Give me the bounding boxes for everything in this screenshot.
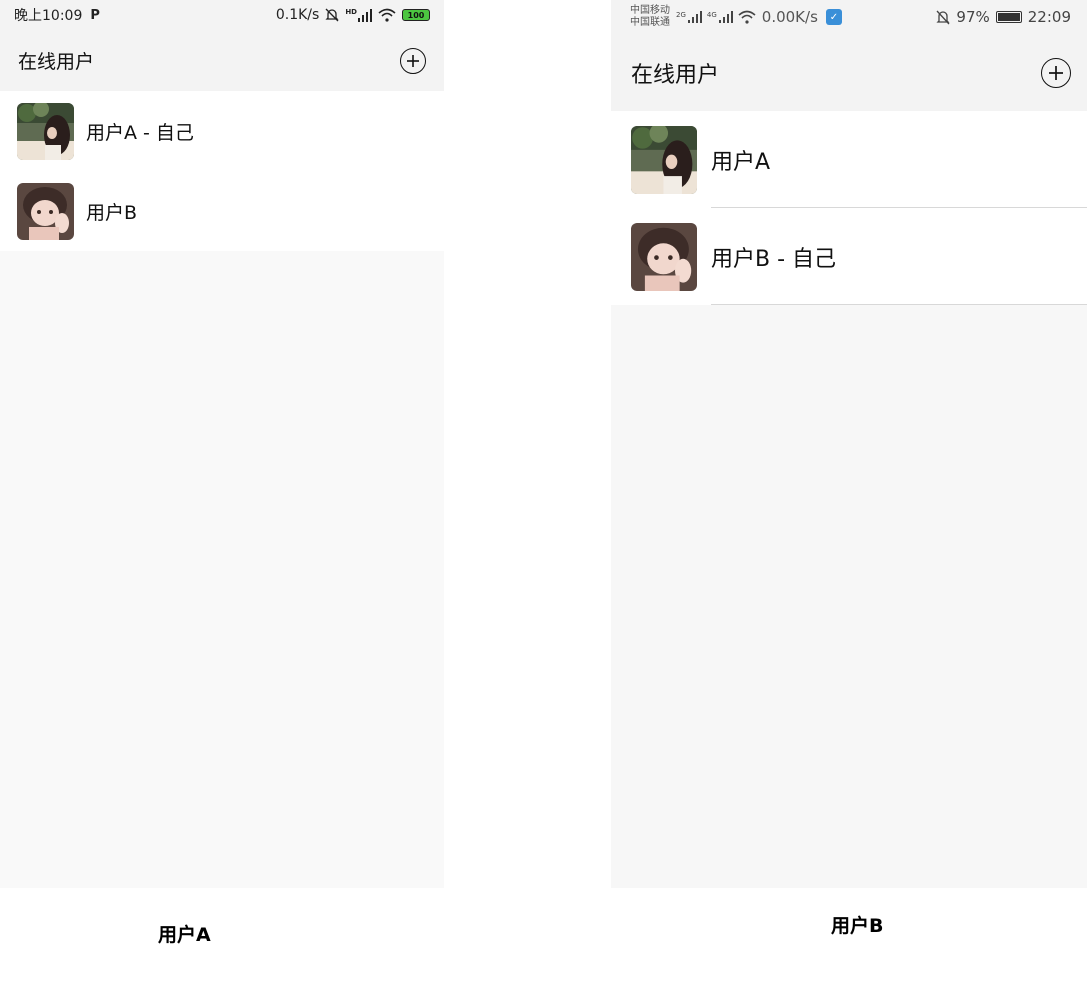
list-item-user-b[interactable]: 用户B - 自己 <box>611 208 1087 305</box>
signal-icon: 2G 4G <box>676 11 733 23</box>
caption-user-a: 用户A <box>158 924 211 946</box>
alarm-off-icon <box>325 8 339 22</box>
plus-icon <box>407 54 419 67</box>
app-header: 在线用户 <box>611 34 1087 111</box>
page-title: 在线用户 <box>18 51 95 73</box>
status-bar: 中国移动 中国联通 2G 4G 0.00K/s ✓ 97% 22:09 <box>611 0 1087 34</box>
user-name: 用户A <box>711 149 771 175</box>
list-item-user-a[interactable]: 用户A <box>611 111 1087 208</box>
battery-icon: 100 <box>402 9 430 21</box>
avatar <box>17 102 74 160</box>
carrier-labels: 中国移动 中国联通 <box>630 5 670 29</box>
list-item-user-b[interactable]: 用户B <box>0 171 444 251</box>
battery-icon <box>995 11 1022 23</box>
shield-icon: ✓ <box>825 9 842 25</box>
status-bar: 晚上10:09 P 0.1K/s HD 100 <box>0 0 444 30</box>
carrier-1: 中国移动 <box>630 5 670 16</box>
user-name: 用户B - 自己 <box>711 246 837 272</box>
wifi-icon <box>378 8 396 22</box>
status-time: 22:09 <box>1027 8 1071 26</box>
status-time: 晚上10:09 <box>14 8 83 24</box>
phone-screen-user-b: 中国移动 中国联通 2G 4G 0.00K/s ✓ 97% 22:09 在线用户 <box>611 0 1087 888</box>
signal-hd-icon: HD <box>345 8 372 22</box>
online-user-list: 用户A 用户B - 自己 <box>611 111 1087 305</box>
plus-icon <box>1049 65 1063 80</box>
carrier-2: 中国联通 <box>630 17 670 28</box>
avatar <box>17 182 74 240</box>
net-speed: 0.00K/s <box>761 8 818 26</box>
page-title: 在线用户 <box>631 62 720 88</box>
net-speed: 0.1K/s <box>275 7 320 23</box>
online-user-list: 用户A - 自己 用户B <box>0 91 444 251</box>
avatar <box>631 222 697 291</box>
user-name: 用户B <box>86 201 138 224</box>
add-button[interactable] <box>400 47 426 74</box>
wifi-icon <box>738 10 756 24</box>
list-item-user-a[interactable]: 用户A - 自己 <box>0 91 444 171</box>
battery-percent: 97% <box>956 8 990 26</box>
add-button[interactable] <box>1041 57 1071 88</box>
notification-p-icon: P <box>90 7 100 23</box>
mute-bell-icon <box>936 10 950 25</box>
phone-screen-user-a: 晚上10:09 P 0.1K/s HD 100 在线用户 用户A - 自己 用户… <box>0 0 444 888</box>
caption-user-b: 用户B <box>831 915 884 937</box>
app-header: 在线用户 <box>0 30 444 91</box>
user-name: 用户A - 自己 <box>86 121 194 144</box>
avatar <box>631 125 697 194</box>
